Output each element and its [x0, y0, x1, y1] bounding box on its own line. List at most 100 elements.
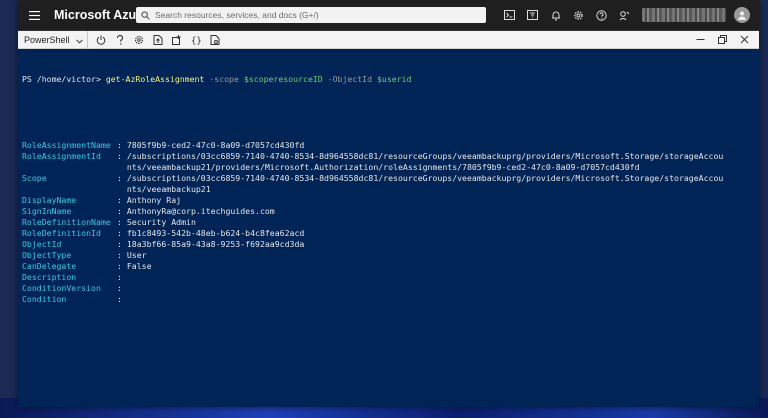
output-separator: : [117, 206, 127, 216]
braces-icon[interactable]: {} [187, 31, 206, 49]
output-row: nts/veeambackup21 [22, 184, 755, 195]
cloud-shell-toolbar: PowerShell {} [18, 30, 759, 49]
output-separator: : [117, 228, 127, 238]
cloud-shell-icon[interactable] [498, 0, 521, 31]
help-icon[interactable] [590, 0, 613, 31]
output-key: RoleAssignmentId [22, 151, 101, 161]
portal-menu-icon[interactable] [18, 0, 50, 31]
output-row: ObjectType: User [22, 250, 755, 261]
output-key: Description [22, 272, 77, 282]
output-key: RoleDefinitionName [22, 217, 111, 227]
shell-tools: {} [92, 31, 225, 49]
output-row: RoleAssignmentId: /subscriptions/03cc685… [22, 151, 755, 162]
output-value: AnthonyRa@corp.itechguides.com [126, 206, 275, 216]
output-separator: : [117, 294, 127, 304]
output-value: nts/veeambackup21 [126, 184, 211, 194]
output-key: DisplayName [22, 195, 77, 205]
output-separator [117, 162, 127, 172]
portal-top-icons [498, 0, 636, 31]
shell-type-label: PowerShell [24, 34, 70, 45]
new-session-icon[interactable] [168, 31, 187, 49]
output-separator: : [117, 173, 127, 183]
command-param-scope: -scope [209, 74, 239, 84]
gear-icon[interactable] [130, 31, 149, 49]
directory-filter-icon[interactable] [521, 0, 544, 31]
output-row: Scope: /subscriptions/03cc6859-7140-4740… [22, 173, 755, 184]
account-info[interactable] [642, 8, 726, 22]
output-row: RoleDefinitionId: fb1c8493-542b-48eb-b62… [22, 228, 755, 239]
output-value: fb1c8493-542b-48eb-b624-b4c8fea62acd [126, 228, 305, 238]
web-preview-icon[interactable] [206, 31, 225, 49]
command-var-userid: $userid [376, 74, 412, 84]
terminal-scrollbar[interactable] [754, 49, 759, 407]
output-value: Security Admin [126, 217, 196, 227]
minimize-icon[interactable] [689, 31, 711, 49]
output-row: ObjectId: 18a3bf66-85a9-43a8-9253-f692aa… [22, 239, 755, 250]
power-icon[interactable] [92, 31, 111, 49]
azure-top-bar: Microsoft Azure Search resources, servic… [18, 0, 759, 31]
terminal-output[interactable]: PS /home/victor> get-AzRoleAssignment -s… [18, 49, 759, 407]
output-value: Anthony Raj [126, 195, 182, 205]
output-separator: : [117, 217, 127, 227]
output-value: /subscriptions/03cc6859-7140-4740-8534-8… [126, 151, 724, 161]
command-param-objectid: -ObjectId [327, 74, 373, 84]
avatar[interactable] [734, 7, 750, 23]
output-row: nts/veeambackup21/providers/Microsoft.Au… [22, 162, 755, 173]
output-separator: : [117, 195, 127, 205]
output-separator: : [117, 239, 127, 249]
maximize-icon[interactable] [711, 31, 733, 49]
output-key: ConditionVersion [22, 283, 101, 293]
role-assignment-output: RoleAssignmentName: 7805f9b9-ced2-47c0-8… [22, 140, 755, 305]
output-row: CanDelegate: False [22, 261, 755, 272]
output-value: 18a3bf66-85a9-43a8-9253-f692aa9cd3da [126, 239, 305, 249]
output-separator: : [117, 151, 127, 161]
output-row: DisplayName: Anthony Raj [22, 195, 755, 206]
output-value: /subscriptions/03cc6859-7140-4740-8534-8… [126, 173, 724, 183]
gear-icon[interactable] [567, 0, 590, 31]
output-key: ObjectType [22, 250, 72, 260]
output-value: False [126, 261, 152, 271]
command-var-scope: $scoperesourceID [243, 74, 323, 84]
chevron-down-icon [75, 31, 83, 49]
output-separator [117, 184, 127, 194]
output-row: SignInName: AnthonyRa@corp.itechguides.c… [22, 206, 755, 217]
output-key: RoleDefinitionId [22, 228, 101, 238]
upload-download-icon[interactable] [149, 31, 168, 49]
search-icon [141, 10, 150, 20]
cmdlet: get-AzRoleAssignment [105, 74, 205, 84]
shell-window-controls [689, 31, 755, 49]
output-key: CanDelegate [22, 261, 77, 271]
azure-brand[interactable]: Microsoft Azure [54, 8, 148, 22]
output-separator: : [117, 283, 127, 293]
output-key: SignInName [22, 206, 72, 216]
output-value: 7805f9b9-ced2-47c0-8a09-d7057cd430fd [126, 140, 305, 150]
output-separator: : [117, 261, 127, 271]
output-separator: : [117, 272, 127, 282]
output-row: RoleDefinitionName: Security Admin [22, 217, 755, 228]
output-separator: : [117, 250, 127, 260]
output-key: RoleAssignmentName [22, 140, 111, 150]
close-icon[interactable] [733, 31, 755, 49]
feedback-icon[interactable] [613, 0, 636, 31]
output-separator: : [117, 140, 127, 150]
output-row: ConditionVersion: [22, 283, 755, 294]
portal-search-input[interactable]: Search resources, services, and docs (G+… [136, 7, 486, 23]
svg-text:{}: {} [191, 36, 202, 45]
output-key: ObjectId [22, 239, 62, 249]
command-line: PS /home/victor> get-AzRoleAssignment -s… [22, 74, 755, 85]
output-row: Description: [22, 272, 755, 283]
bell-icon[interactable] [544, 0, 567, 31]
help-icon[interactable] [111, 31, 130, 49]
output-key: Scope [22, 173, 47, 183]
shell-type-select[interactable]: PowerShell [18, 30, 88, 49]
browser-window: Microsoft Azure Search resources, servic… [18, 0, 759, 407]
output-value: nts/veeambackup21/providers/Microsoft.Au… [126, 162, 640, 172]
search-placeholder: Search resources, services, and docs (G+… [155, 10, 319, 20]
output-key: Condition [22, 294, 67, 304]
output-row: Condition: [22, 294, 755, 305]
prompt: PS /home/victor> [22, 74, 101, 84]
